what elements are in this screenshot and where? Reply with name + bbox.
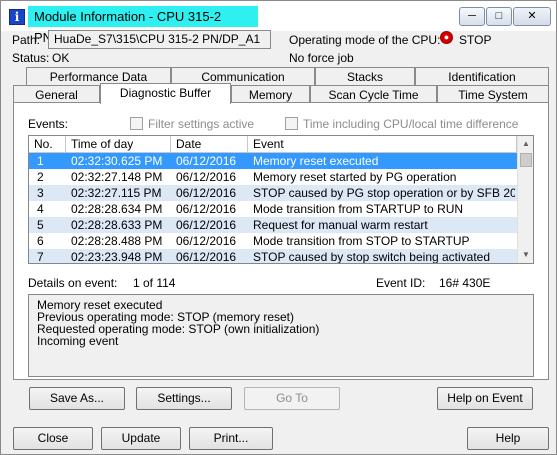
row-date: 06/12/2016 <box>176 186 237 200</box>
column-header-event[interactable]: Event <box>248 136 517 153</box>
row-time: 02:28:28.488 PM <box>71 234 163 248</box>
print-button[interactable]: Print... <box>189 427 273 450</box>
go-to-button[interactable]: Go To <box>244 387 340 410</box>
force-job-status: No force job <box>289 51 354 65</box>
table-row[interactable]: 1 02:32:30.625 PM 06/12/2016 Memory rese… <box>29 153 517 169</box>
row-event: STOP caused by PG stop operation or by S… <box>253 186 515 200</box>
column-header-date[interactable]: Date <box>171 136 248 153</box>
operating-mode-label: Operating mode of the CPU: <box>289 33 441 47</box>
event-id-value: 16# 430E <box>439 276 491 290</box>
minimize-icon: ─ <box>468 10 476 22</box>
table-row[interactable]: 7 02:23:23.948 PM 06/12/2016 STOP caused… <box>29 249 517 264</box>
save-as-button[interactable]: Save As... <box>29 387 125 410</box>
row-event: Mode transition from STARTUP to RUN <box>253 202 464 216</box>
column-header-no[interactable]: No. <box>29 136 66 153</box>
window-title: Module Information - CPU 315-2 PN/DP <box>28 6 258 45</box>
row-event: Memory reset executed <box>253 154 379 168</box>
row-time: 02:32:27.115 PM <box>71 186 162 200</box>
status-value: OK <box>52 51 70 65</box>
update-button[interactable]: Update <box>101 427 181 450</box>
row-no: 7 <box>37 250 44 264</box>
help-button[interactable]: Help <box>467 427 549 450</box>
row-date: 06/12/2016 <box>176 218 237 232</box>
row-event: STOP caused by stop switch being activat… <box>253 250 491 264</box>
row-time: 02:28:28.633 PM <box>71 218 163 232</box>
filter-settings-label: Filter settings active <box>148 117 255 131</box>
row-time: 02:32:27.148 PM <box>71 170 163 184</box>
table-row[interactable]: 5 02:28:28.633 PM 06/12/2016 Request for… <box>29 217 517 233</box>
row-event: Request for manual warm restart <box>253 218 428 232</box>
info-icon: i <box>9 9 25 25</box>
events-label: Events: <box>28 117 69 131</box>
row-event: Mode transition from STOP to STARTUP <box>253 234 470 248</box>
table-row[interactable]: 4 02:28:28.634 PM 06/12/2016 Mode transi… <box>29 201 517 217</box>
event-details-box[interactable]: Memory reset executed Previous operating… <box>28 294 534 377</box>
row-no: 4 <box>37 202 44 216</box>
settings-button[interactable]: Settings... <box>136 387 232 410</box>
row-date: 06/12/2016 <box>176 154 237 168</box>
module-information-window: i Module Information - CPU 315-2 PN/DP ─… <box>0 0 557 455</box>
row-date: 06/12/2016 <box>176 250 237 264</box>
cpu-time-difference-label: Time including CPU/local time difference <box>303 117 519 131</box>
row-no: 5 <box>37 218 44 232</box>
table-row[interactable]: 2 02:32:27.148 PM 06/12/2016 Memory rese… <box>29 169 517 185</box>
events-table[interactable]: No. Time of day Date Event 1 02:32:30.62… <box>28 135 534 264</box>
scroll-down-icon[interactable]: ▼ <box>518 247 533 263</box>
event-id-label: Event ID: <box>376 276 426 290</box>
scroll-thumb[interactable] <box>520 153 532 167</box>
row-date: 06/12/2016 <box>176 170 237 184</box>
row-time: 02:23:23.948 PM <box>71 250 163 264</box>
minimize-button[interactable]: ─ <box>459 7 485 26</box>
row-no: 6 <box>37 234 44 248</box>
details-line: Incoming event <box>37 334 119 348</box>
cpu-time-difference-checkbox[interactable] <box>285 117 298 130</box>
close-icon: ✕ <box>527 10 537 22</box>
column-header-time[interactable]: Time of day <box>66 136 171 153</box>
help-on-event-button[interactable]: Help on Event <box>437 387 533 410</box>
tab-diagnostic-buffer[interactable]: Diagnostic Buffer <box>100 83 231 104</box>
maximize-button[interactable]: □ <box>486 7 512 26</box>
tab-identification[interactable]: Identification <box>415 67 549 86</box>
events-scrollbar[interactable]: ▲ ▼ <box>517 136 533 263</box>
status-label: Status: <box>12 51 50 65</box>
close-button[interactable]: Close <box>13 427 93 450</box>
row-no: 2 <box>37 170 44 184</box>
table-row[interactable]: 3 02:32:27.115 PM 06/12/2016 STOP caused… <box>29 185 517 201</box>
row-date: 06/12/2016 <box>176 234 237 248</box>
row-no: 3 <box>37 186 44 200</box>
path-field: HuaDe_S7\315\CPU 315-2 PN/DP_A1 <box>48 30 271 49</box>
event-count: 1 of 114 <box>133 276 176 290</box>
row-event: Memory reset started by PG operation <box>253 170 457 184</box>
tab-stacks[interactable]: Stacks <box>315 67 415 86</box>
row-date: 06/12/2016 <box>176 202 237 216</box>
table-row[interactable]: 6 02:28:28.488 PM 06/12/2016 Mode transi… <box>29 233 517 249</box>
maximize-icon: □ <box>495 10 503 22</box>
close-window-button[interactable]: ✕ <box>513 7 551 26</box>
row-no: 1 <box>37 154 44 168</box>
details-label: Details on event: <box>28 276 118 290</box>
row-time: 02:32:30.625 PM <box>71 154 163 168</box>
operating-mode-value: STOP <box>459 33 492 47</box>
title-bar[interactable]: i Module Information - CPU 315-2 PN/DP ─… <box>1 1 556 45</box>
path-label: Path: <box>12 33 41 47</box>
filter-settings-checkbox[interactable] <box>130 117 143 130</box>
scroll-up-icon[interactable]: ▲ <box>518 136 533 152</box>
row-time: 02:28:28.634 PM <box>71 202 163 216</box>
stop-status-icon: ● <box>440 31 453 44</box>
